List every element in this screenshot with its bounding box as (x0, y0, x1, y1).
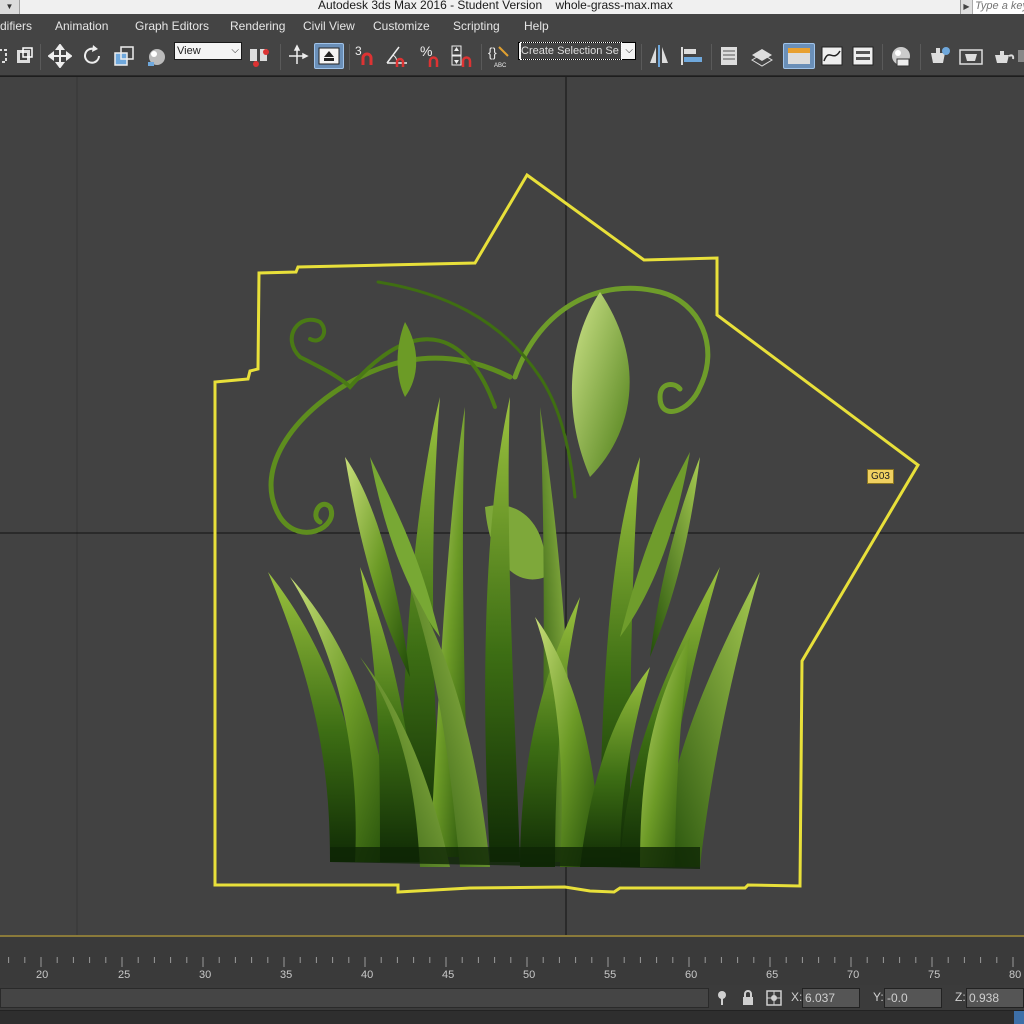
viewport-canvas (0, 77, 1024, 935)
timeline-tick-label: 25 (118, 969, 131, 981)
object-label-tag[interactable]: G03 (867, 469, 894, 484)
window-title: Autodesk 3ds Max 2016 - Student Version … (318, 0, 673, 12)
timeline-tick-label: 20 (36, 969, 49, 981)
menu-customize[interactable]: Customize (373, 19, 430, 33)
timeline-tick-label: 30 (199, 969, 212, 981)
toolbar-overflow[interactable] (1018, 43, 1024, 69)
main-toolbar: View ⌵ 3 % {} ABC Create Selection Se ⌵ (0, 38, 1024, 76)
spinner-snap-icon[interactable] (448, 43, 476, 69)
timeline-tick-label: 80 (1009, 969, 1022, 981)
perspective-viewport[interactable]: G03 (0, 77, 1024, 935)
chevron-down-icon: ⌵ (625, 45, 633, 56)
chevron-down-icon: ⌵ (231, 45, 239, 56)
svg-text:{}: {} (488, 45, 497, 60)
timeline-tick-label: 50 (523, 969, 536, 981)
menu-civil-view[interactable]: Civil View (303, 19, 355, 33)
scale-icon[interactable] (110, 43, 138, 69)
menu-bar: difiers Animation Graph Editors Renderin… (0, 14, 1024, 38)
svg-text:ABC: ABC (494, 63, 507, 69)
timeline-tick-label: 75 (928, 969, 941, 981)
mirror-icon[interactable] (645, 43, 673, 69)
layer-explorer-icon[interactable] (715, 43, 743, 69)
material-editor-icon[interactable] (886, 43, 916, 69)
y-coordinate-label: Y: (873, 990, 884, 1004)
track-bar[interactable]: 20 25 30 35 40 45 50 55 60 65 70 75 80 (0, 935, 1024, 985)
percent-snap-icon[interactable]: % (417, 43, 445, 69)
rotate-icon[interactable] (78, 43, 106, 69)
scene-explorer-icon[interactable] (747, 43, 777, 69)
render-setup-icon[interactable] (924, 43, 954, 69)
snap-icon[interactable]: 3 (353, 43, 379, 69)
svg-text:%: % (420, 43, 432, 59)
select-manipulate-icon[interactable] (284, 43, 310, 69)
selection-set-dropdown[interactable]: Create Selection Se ⌵ (518, 42, 636, 60)
menu-rendering[interactable]: Rendering (230, 19, 285, 33)
grass-object[interactable] (268, 280, 760, 869)
timeline-tick-label: 40 (361, 969, 374, 981)
timeline-tick-label: 65 (766, 969, 779, 981)
timeline-tick-label: 35 (280, 969, 293, 981)
isolate-selection-icon[interactable] (713, 989, 731, 1007)
z-coordinate-field[interactable] (966, 988, 1024, 1008)
timeline-tick-label: 55 (604, 969, 617, 981)
x-coordinate-field[interactable] (802, 988, 860, 1008)
reference-coordinate-dropdown[interactable]: View ⌵ (174, 42, 242, 60)
menu-graph-editors[interactable]: Graph Editors (135, 19, 209, 33)
menu-animation[interactable]: Animation (55, 19, 108, 33)
select-region-icon[interactable] (0, 43, 10, 69)
keyboard-shortcut-override-icon[interactable] (314, 43, 344, 69)
bottom-strip (0, 1010, 1024, 1024)
edit-named-selection-icon[interactable]: {} ABC (485, 43, 513, 69)
pivot-icon[interactable] (246, 43, 276, 69)
align-icon[interactable] (677, 43, 707, 69)
render-icon[interactable] (988, 43, 1018, 69)
render-frame-icon[interactable] (956, 43, 986, 69)
x-coordinate-label: X: (791, 990, 803, 1004)
search-box[interactable]: ▶ (960, 0, 1024, 14)
selection-lock-icon[interactable] (739, 989, 757, 1007)
timeline-tick-label: 45 (442, 969, 455, 981)
y-coordinate-field[interactable] (884, 988, 942, 1008)
schematic-view-icon[interactable] (849, 43, 877, 69)
window-crossing-icon[interactable] (12, 43, 36, 69)
timeline-tick-label: 70 (847, 969, 860, 981)
menu-scripting[interactable]: Scripting (453, 19, 500, 33)
search-expand-icon[interactable]: ▶ (961, 0, 973, 14)
search-input[interactable] (975, 0, 1024, 13)
menu-help[interactable]: Help (524, 19, 549, 33)
z-coordinate-label: Z: (955, 990, 966, 1004)
system-menu-button[interactable]: ▼ (0, 0, 20, 14)
menu-modifiers[interactable]: difiers (0, 19, 32, 33)
timeline-ruler[interactable] (0, 953, 1024, 985)
absolute-mode-icon[interactable] (765, 989, 783, 1007)
move-icon[interactable] (46, 43, 74, 69)
prompt-line[interactable] (0, 988, 709, 1008)
angle-snap-icon[interactable] (384, 43, 414, 69)
corner-indicator (1014, 1011, 1024, 1024)
curve-editor-icon[interactable] (818, 43, 846, 69)
place-object-icon[interactable] (142, 43, 172, 69)
ribbon-toggle-icon[interactable] (783, 43, 815, 69)
title-bar: ▼ Autodesk 3ds Max 2016 - Student Versio… (0, 0, 1024, 14)
svg-text:3: 3 (355, 44, 362, 58)
timeline-tick-label: 60 (685, 969, 698, 981)
